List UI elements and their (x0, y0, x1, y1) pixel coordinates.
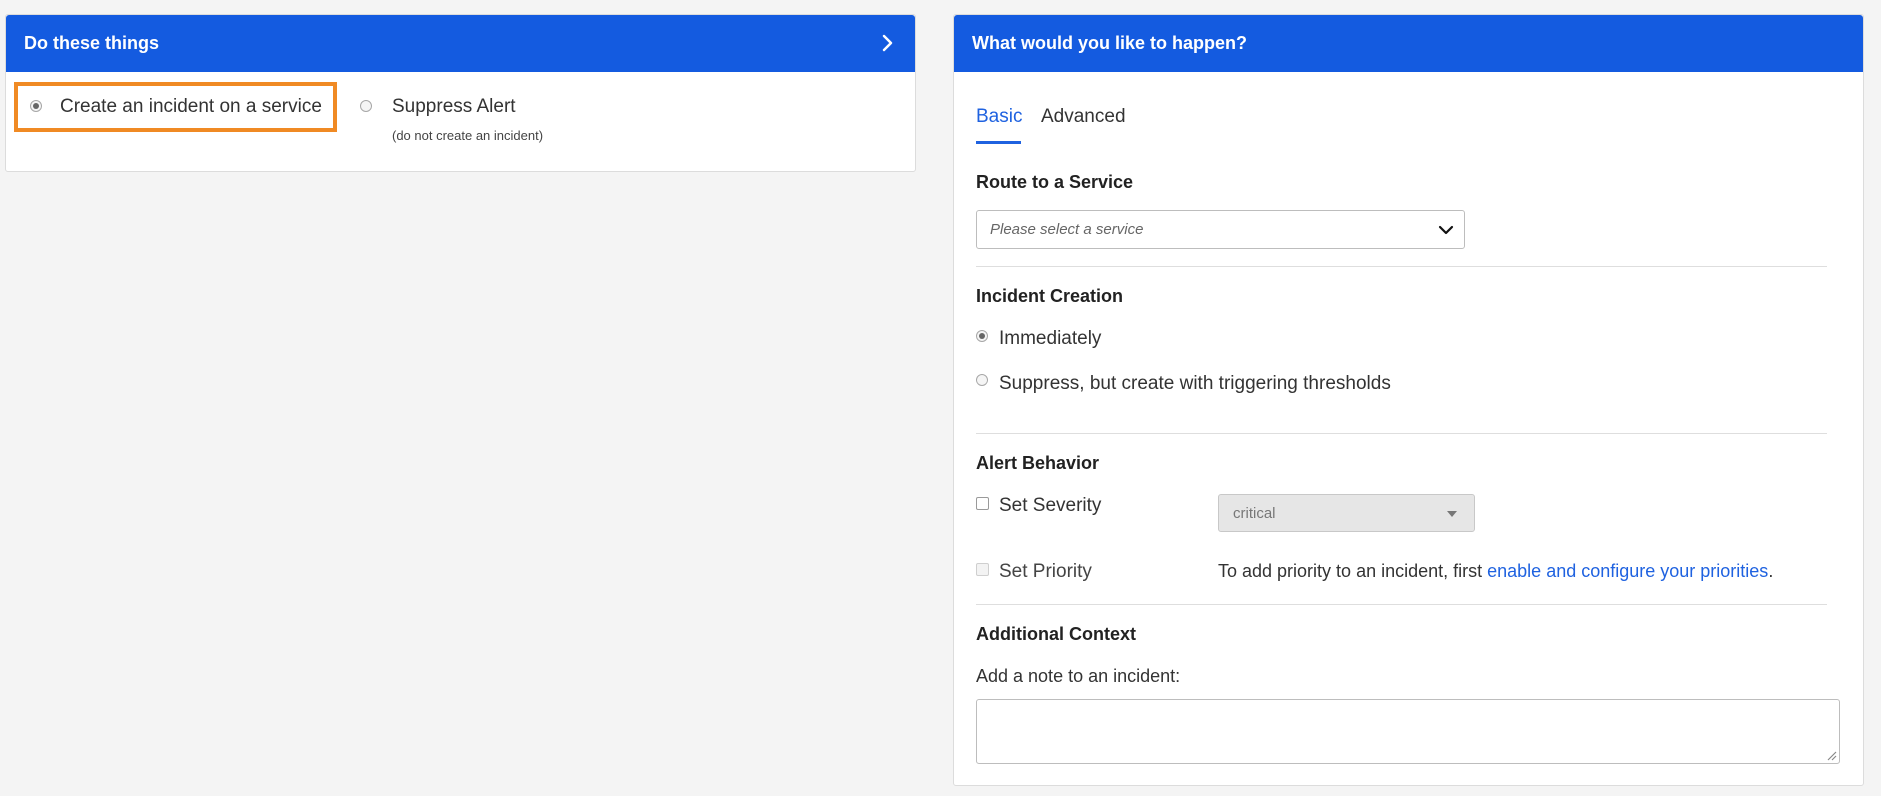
incident-creation-title: Incident Creation (976, 286, 1124, 306)
route-section-title: Route to a Service (976, 172, 1134, 192)
severity-select-value: critical (1233, 505, 1276, 522)
set-severity-label[interactable]: Set Severity (999, 495, 1101, 517)
suppress-thresholds-radio[interactable] (976, 374, 988, 386)
outcome-panel: What would you like to happen? Basic Adv… (953, 14, 1864, 786)
divider (976, 604, 1827, 605)
set-priority-hint-text: To add priority to an incident, first (1218, 561, 1488, 581)
tab-basic[interactable]: Basic (976, 106, 1022, 128)
set-priority-label: Set Priority (999, 561, 1092, 582)
set-priority-hint-suffix: . (1768, 561, 1774, 581)
chevron-right-icon[interactable] (877, 33, 897, 53)
suppress-alert-label[interactable]: Suppress Alert (392, 96, 516, 118)
suppress-alert-sublabel: (do not create an incident) (392, 128, 544, 143)
immediately-radio[interactable] (976, 330, 988, 342)
tab-advanced[interactable]: Advanced (1041, 106, 1126, 128)
tab-basic-underline (976, 141, 1021, 144)
alert-behavior-title: Alert Behavior (976, 453, 1100, 473)
immediately-label[interactable]: Immediately (999, 328, 1101, 350)
service-select-placeholder: Please select a service (990, 221, 1144, 238)
set-priority-hint: To add priority to an incident, first en… (1218, 561, 1773, 582)
create-incident-label[interactable]: Create an incident on a service (60, 96, 322, 118)
divider (976, 266, 1827, 267)
outcome-panel-header: What would you like to happen? (954, 15, 1863, 72)
set-priority-checkbox[interactable] (976, 563, 989, 576)
actions-panel-title: Do these things (24, 33, 160, 53)
set-severity-checkbox[interactable] (976, 497, 989, 510)
actions-panel-header[interactable]: Do these things (6, 15, 915, 72)
note-textarea[interactable] (976, 699, 1840, 764)
additional-context-title: Additional Context (976, 624, 1136, 644)
outcome-panel-title: What would you like to happen? (972, 33, 1247, 53)
configure-priorities-link[interactable]: enable and configure your priorities (1487, 561, 1768, 581)
severity-select[interactable]: critical (1218, 494, 1475, 532)
suppress-thresholds-label[interactable]: Suppress, but create with triggering thr… (999, 373, 1391, 395)
suppress-alert-radio[interactable] (360, 100, 372, 112)
chevron-down-icon (1438, 225, 1454, 235)
resize-handle-icon[interactable] (1825, 749, 1837, 761)
service-select[interactable]: Please select a service (976, 210, 1465, 249)
divider (976, 433, 1827, 434)
caret-down-icon (1447, 511, 1457, 517)
create-incident-radio[interactable] (30, 100, 42, 112)
note-label: Add a note to an incident: (976, 666, 1181, 686)
